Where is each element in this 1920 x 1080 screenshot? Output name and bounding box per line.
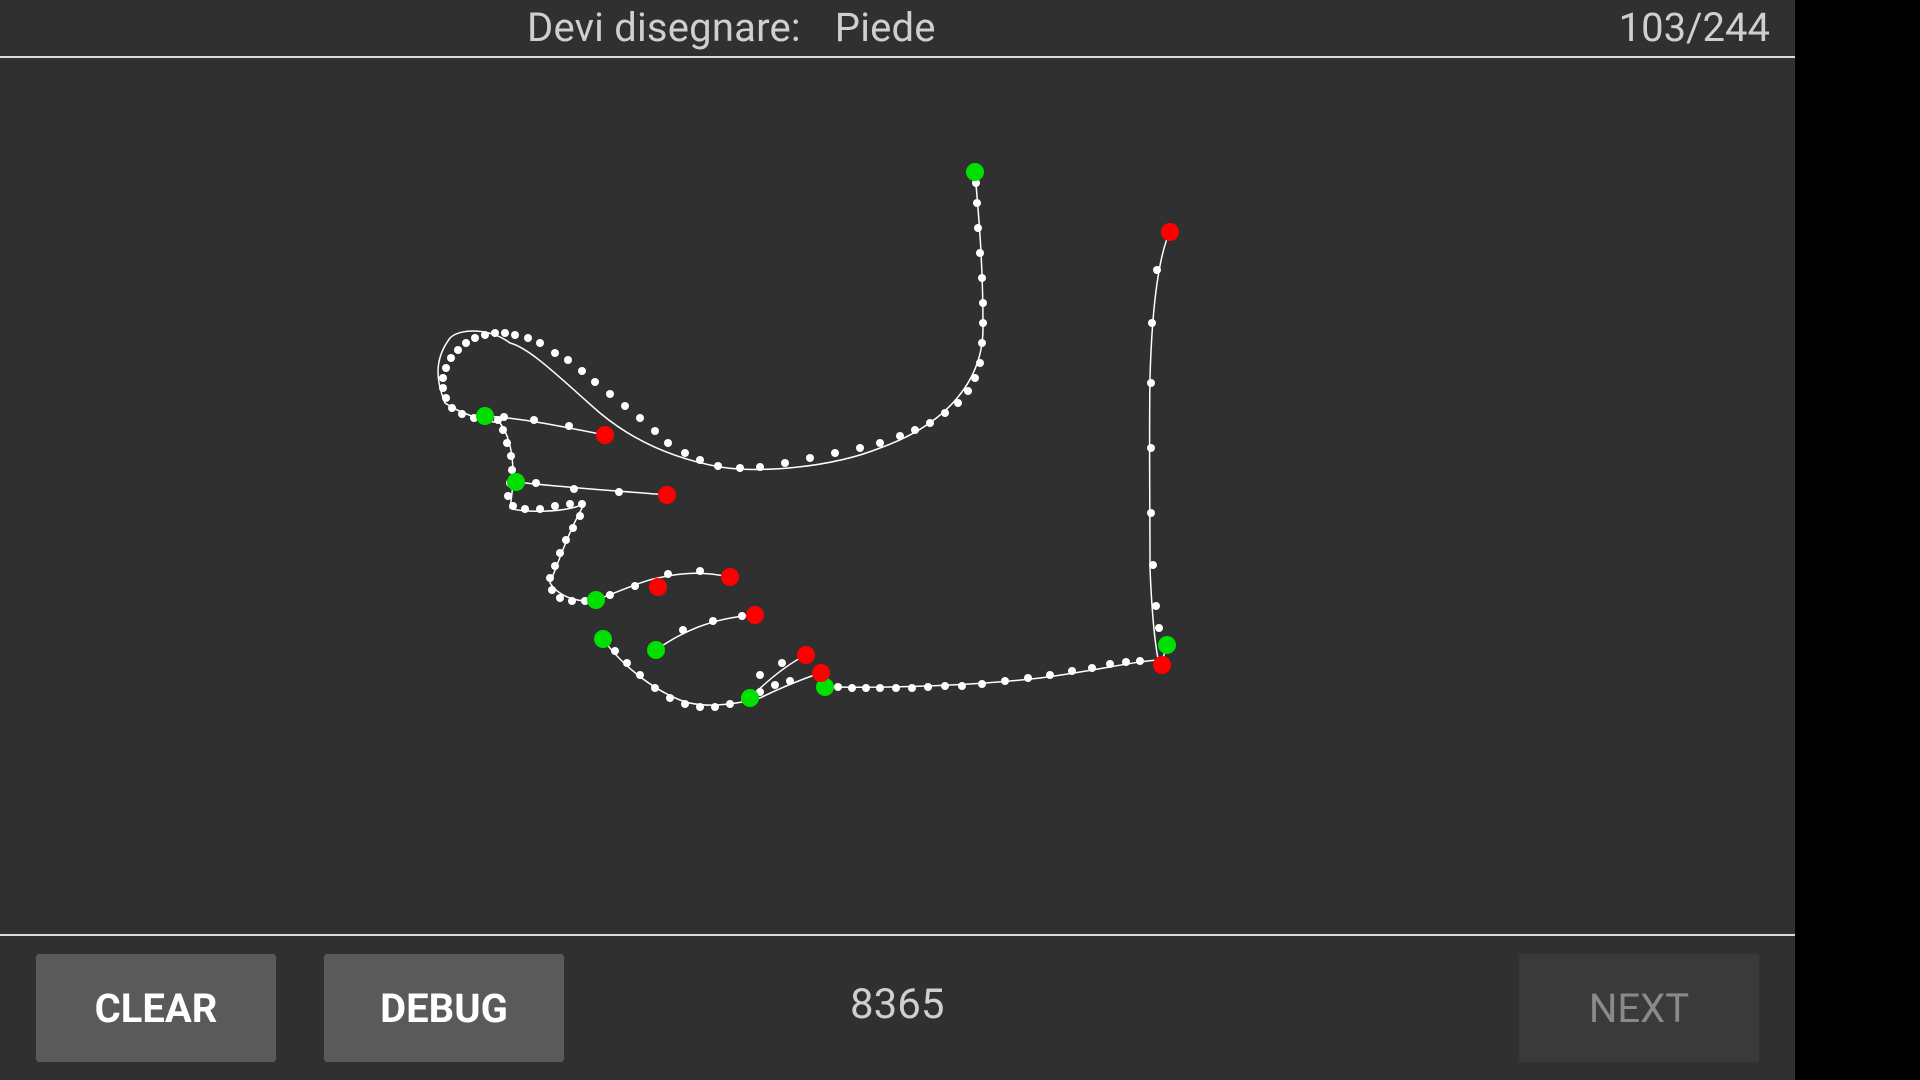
screen-edge — [1795, 0, 1920, 1080]
game-screen: Devi disegnare: Piede 103/244 CLEAR DEBU… — [0, 0, 1795, 1080]
stroke-points — [439, 179, 1163, 711]
stroke-start-markers — [476, 163, 1176, 707]
prompt-label: Devi disegnare: — [527, 4, 801, 51]
stroke-lines — [437, 172, 1171, 706]
header-bar: Devi disegnare: Piede 103/244 — [0, 0, 1795, 57]
score-value: 8365 — [850, 980, 945, 1029]
target-word: Piede — [834, 4, 936, 51]
next-button[interactable]: NEXT — [1519, 954, 1759, 1062]
debug-button[interactable]: DEBUG — [324, 954, 564, 1062]
drawing-canvas[interactable] — [0, 58, 1795, 934]
progress-counter: 103/244 — [1618, 4, 1770, 51]
footer-divider — [0, 934, 1795, 936]
clear-button[interactable]: CLEAR — [36, 954, 276, 1062]
drawing-prompt: Devi disegnare: Piede — [527, 4, 936, 51]
